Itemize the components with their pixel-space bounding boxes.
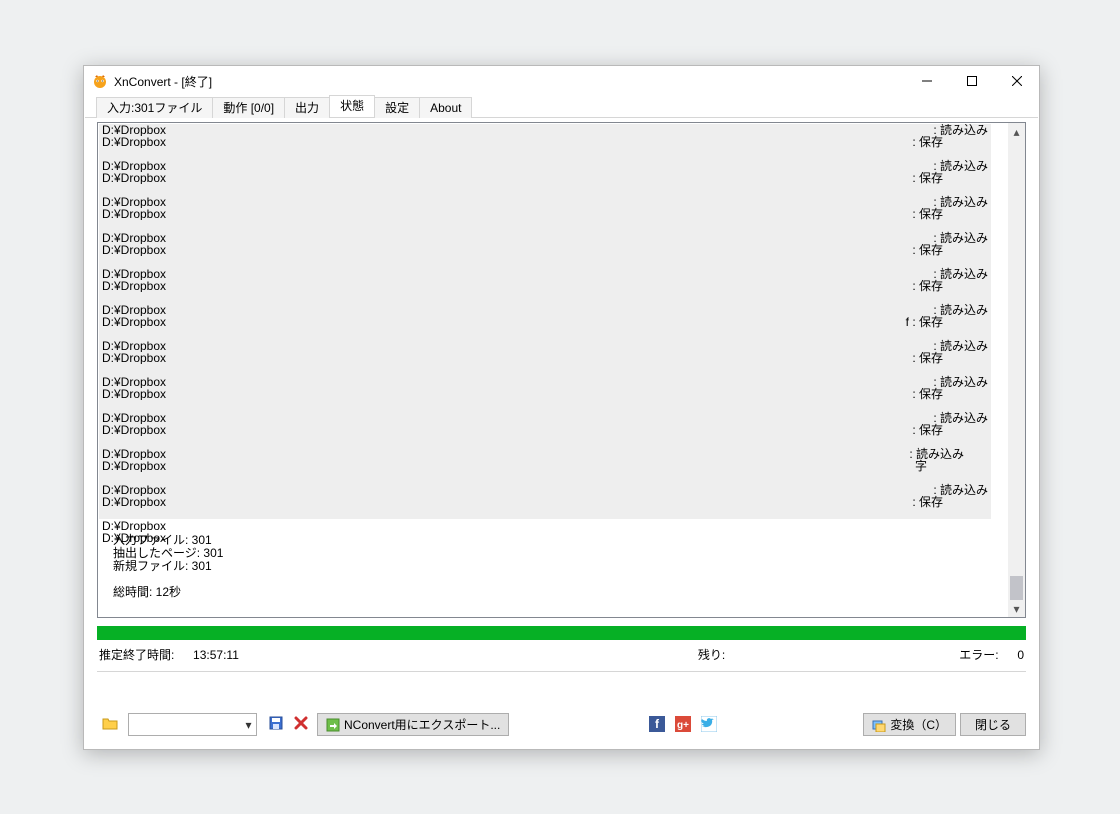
log-line: D:¥Dropbox [102, 448, 1005, 460]
log-status: : 保存 [912, 424, 943, 436]
log-status: : 保存 [912, 496, 943, 508]
gplus-icon[interactable]: g+ [675, 716, 693, 734]
twitter-icon[interactable] [701, 716, 719, 734]
log-status: f : 保存 [906, 316, 943, 328]
delete-preset-button[interactable] [288, 712, 313, 737]
tab-actions[interactable]: 動作 [0/0] [212, 97, 285, 118]
log-status: : 保存 [912, 388, 943, 400]
separator [97, 671, 1026, 672]
log-line: D:¥Dropbox [102, 484, 1005, 496]
facebook-icon[interactable]: f [649, 716, 667, 734]
tab-settings[interactable]: 設定 [374, 97, 420, 118]
progress-bar [97, 626, 1026, 640]
bottom-right-buttons: 変換（C） 閉じる [859, 713, 1026, 736]
summary-total-time: 総時間: 12秒 [113, 586, 223, 599]
log-line: D:¥Dropbox [102, 268, 1005, 280]
remaining-label: 残り: [698, 648, 725, 662]
summary-new-files: 新規ファイル: 301 [113, 560, 223, 573]
maximize-button[interactable] [949, 67, 994, 96]
estimated-finish-label: 推定終了時間: [99, 648, 174, 662]
log-line: D:¥Dropbox [102, 172, 1005, 184]
remaining: 残り: [698, 646, 725, 663]
log-panel: D:¥Dropbox D:¥Dropbox D:¥Dropbox D:¥Drop… [97, 122, 1026, 618]
status-row: 推定終了時間: 13:57:11 残り: エラー: 0 [99, 646, 1024, 663]
open-folder-button[interactable] [97, 712, 122, 737]
log-line: D:¥Dropbox [102, 280, 1005, 292]
convert-icon [872, 718, 886, 732]
log-status: 字 [915, 460, 927, 472]
log-status: : 保存 [912, 136, 943, 148]
log-line: D:¥Dropbox [102, 496, 1005, 508]
tab-input[interactable]: 入力:301ファイル [96, 97, 213, 118]
log-line: D:¥Dropbox [102, 208, 1005, 220]
tab-output[interactable]: 出力 [284, 97, 330, 118]
log-status: : 保存 [912, 352, 943, 364]
log-line: D:¥Dropbox [102, 424, 1005, 436]
export-icon [326, 718, 340, 732]
minimize-button[interactable] [904, 67, 949, 96]
log-line: D:¥Dropbox [102, 124, 1005, 136]
scroll-thumb[interactable] [1010, 576, 1023, 600]
vertical-scrollbar[interactable]: ▴ ▾ [1008, 123, 1025, 617]
tab-about[interactable]: About [419, 97, 472, 118]
scroll-up-button[interactable]: ▴ [1008, 123, 1025, 140]
tab-strip: 入力:301ファイル 動作 [0/0] 出力 状態 設定 About [85, 97, 1038, 118]
export-nconvert-button[interactable]: NConvert用にエクスポート... [317, 713, 509, 736]
app-window: XnConvert - [終了] 入力:301ファイル 動作 [0/0] 出力 … [83, 65, 1040, 750]
titlebar[interactable]: XnConvert - [終了] [84, 66, 1039, 96]
folder-icon [102, 716, 118, 733]
log-line: D:¥Dropbox [102, 136, 1005, 148]
estimated-finish-value: 13:57:11 [193, 648, 239, 662]
log-status: : 保存 [912, 280, 943, 292]
log-line: D:¥Dropbox [102, 388, 1005, 400]
chevron-down-icon: ▾ [241, 715, 256, 734]
tab-status[interactable]: 状態 [329, 95, 375, 117]
export-nconvert-label: NConvert用にエクスポート... [344, 716, 500, 733]
bottom-toolbar: ▾ NConvert用にエクスポート... f g+ [97, 713, 1026, 736]
log-line: D:¥Dropbox [102, 376, 1005, 388]
convert-label: 変換（C） [890, 716, 947, 733]
errors-value: 0 [1017, 648, 1024, 662]
save-preset-button[interactable] [263, 712, 288, 737]
errors: エラー: 0 [725, 646, 1024, 663]
log-line: D:¥Dropbox [102, 196, 1005, 208]
svg-text:g+: g+ [677, 720, 689, 731]
log-line: D:¥Dropbox [102, 244, 1005, 256]
log-line: D:¥Dropbox [102, 232, 1005, 244]
errors-label: エラー: [959, 648, 998, 662]
log-line: D:¥Dropbox [102, 160, 1005, 172]
social-icons: f g+ [649, 716, 719, 734]
log-line: D:¥Dropbox [102, 352, 1005, 364]
log-line: D:¥Dropbox [102, 460, 1005, 472]
log-summary: 入力ファイル: 301 抽出したページ: 301 新規ファイル: 301 総時間… [113, 534, 223, 599]
preset-combo[interactable]: ▾ [128, 713, 257, 736]
window-title: XnConvert - [終了] [114, 73, 212, 90]
client-area: 入力:301ファイル 動作 [0/0] 出力 状態 設定 About D:¥Dr… [85, 97, 1038, 748]
save-icon [269, 716, 283, 733]
log-status: : 保存 [912, 208, 943, 220]
log-line: D:¥Dropbox [102, 520, 1005, 532]
delete-icon [294, 716, 308, 733]
log-status: : 保存 [912, 244, 943, 256]
close-button[interactable] [994, 67, 1039, 96]
log-line: D:¥Dropbox [102, 316, 1005, 328]
log-line: D:¥Dropbox [102, 532, 1005, 544]
close-app-button[interactable]: 閉じる [960, 713, 1026, 736]
scroll-down-button[interactable]: ▾ [1008, 600, 1025, 617]
app-icon [92, 73, 108, 89]
estimated-finish: 推定終了時間: 13:57:11 [99, 646, 398, 663]
log-textarea[interactable]: D:¥Dropbox D:¥Dropbox D:¥Dropbox D:¥Drop… [99, 124, 1008, 616]
close-label: 閉じる [975, 716, 1011, 733]
convert-button[interactable]: 変換（C） [863, 713, 956, 736]
log-left-column: D:¥Dropbox D:¥Dropbox D:¥Dropbox D:¥Drop… [99, 124, 1008, 544]
log-line: D:¥Dropbox [102, 340, 1005, 352]
log-line: D:¥Dropbox [102, 304, 1005, 316]
log-status: : 保存 [912, 172, 943, 184]
log-line: D:¥Dropbox [102, 412, 1005, 424]
